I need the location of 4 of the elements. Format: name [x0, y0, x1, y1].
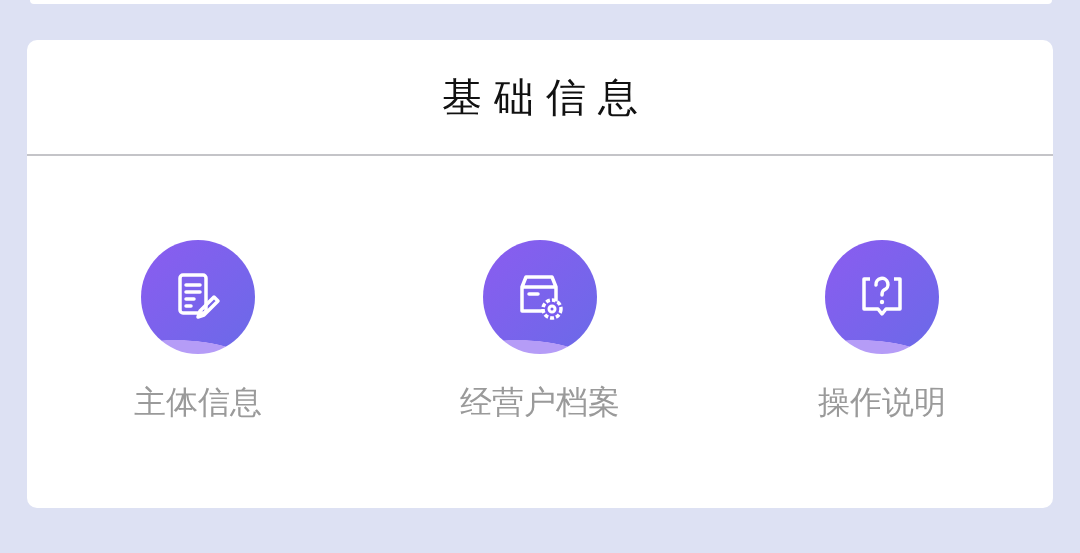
menu-item[interactable]: 经营户档案	[460, 240, 620, 420]
menu-item[interactable]: 操作说明	[818, 240, 946, 420]
menu-item[interactable]: 主体信息	[134, 240, 262, 420]
section-title: 基础信息	[441, 72, 650, 122]
